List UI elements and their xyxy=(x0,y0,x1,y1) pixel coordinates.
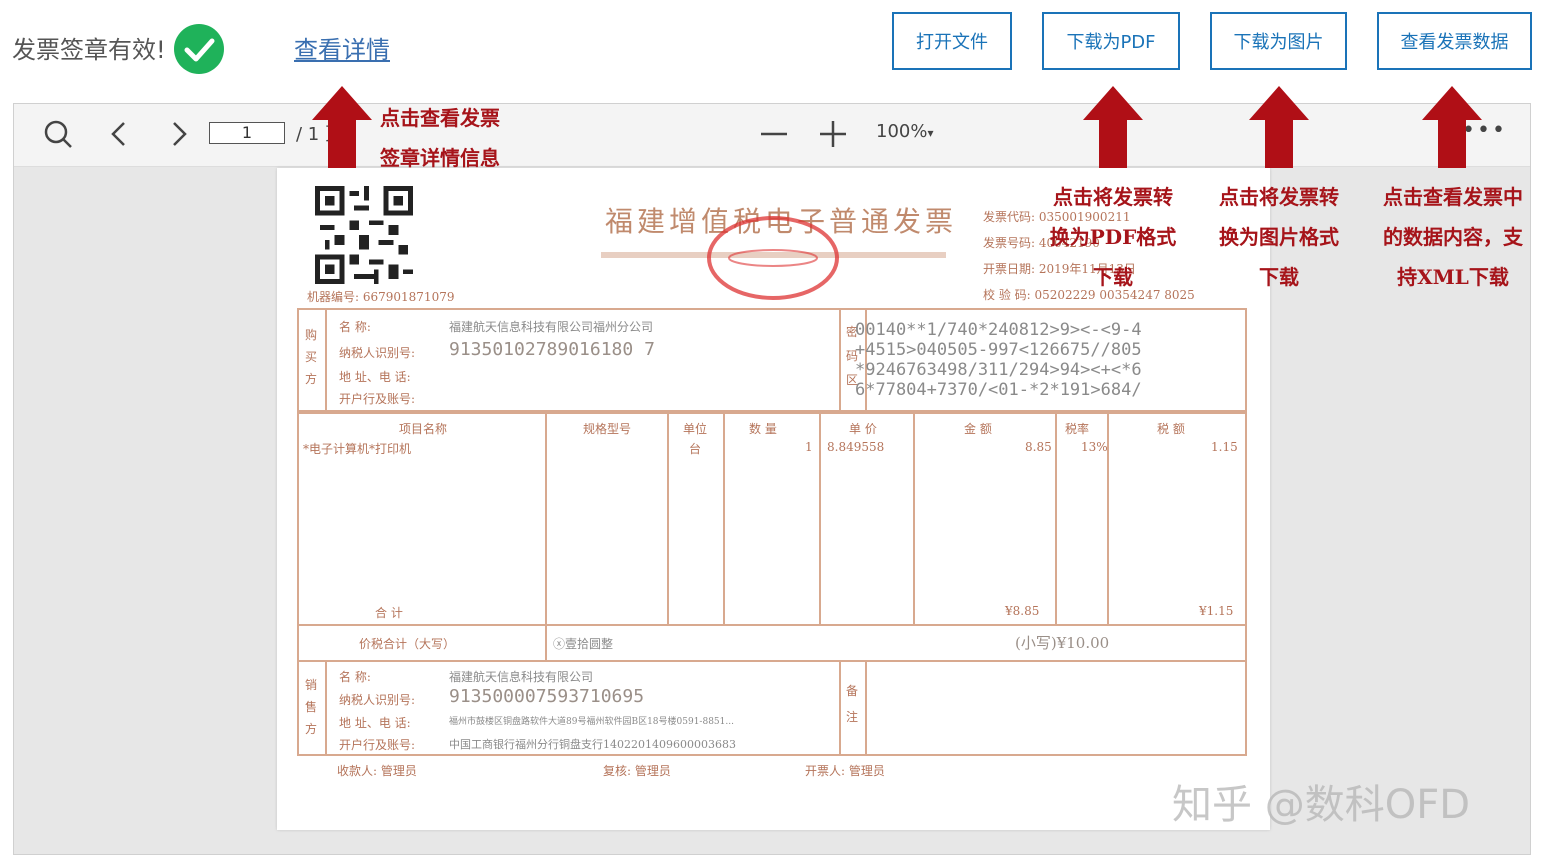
col-amount: 金 额 xyxy=(964,422,992,436)
item-amount: 8.85 xyxy=(1025,440,1052,454)
seller-table: 销售方 名 称: 福建航天信息科技有限公司 纳税人识别号: 9135000075… xyxy=(297,660,1247,756)
arrow-up-icon xyxy=(312,86,372,168)
item-name: *电子计算机*打印机 xyxy=(303,442,412,456)
col-tax: 税 额 xyxy=(1157,422,1185,436)
item-unit: 台 xyxy=(689,442,702,456)
payee: 收款人: 管理员 xyxy=(337,764,417,778)
annotation-pdf: 点击将发票转 换为PDF格式 下载 xyxy=(1049,185,1177,289)
remark-label: 备注 xyxy=(846,684,859,724)
arrow-up-icon xyxy=(1249,86,1309,168)
annotation-data: 点击查看发票中 的数据内容，支 持XML下载 xyxy=(1383,185,1523,289)
open-file-button[interactable]: 打开文件 xyxy=(892,12,1012,70)
buyer-tax-id: 91350102789016180 7 xyxy=(449,339,655,360)
machine-number: 机器编号: 667901871079 xyxy=(307,290,455,304)
seller-side-label: 销售方 xyxy=(305,678,318,736)
chevron-down-icon: ▾ xyxy=(927,126,934,140)
zoom-level-value: 100% xyxy=(876,121,928,142)
total-small: (小写)¥10.00 xyxy=(1015,634,1110,652)
items-table: 项目名称 规格型号 单位 数 量 单 价 金 额 税率 税 额 *电子计算机*打… xyxy=(297,412,1247,626)
total-tax: ¥1.15 xyxy=(1199,604,1234,618)
cipher-text: 00140**1/740*240812>9><-<9-4 +4515>04050… xyxy=(855,320,1142,400)
total-label: 合 计 xyxy=(375,606,403,620)
total-words: ⓧ壹拾圆整 xyxy=(553,637,614,651)
zoom-level-select[interactable]: 100%▾ xyxy=(876,121,934,142)
item-price: 8.849558 xyxy=(827,440,885,454)
seller-bank-label: 开户行及账号: xyxy=(339,738,416,752)
item-qty: 1 xyxy=(805,440,813,454)
seller-tax-label: 纳税人识别号: xyxy=(339,693,416,707)
seal-stamp-icon xyxy=(707,216,839,300)
buyer-side-label: 购买方 xyxy=(305,328,318,386)
view-details-link[interactable]: 查看详情 xyxy=(294,30,390,65)
seller-bank: 中国工商银行福州分行铜盘支行1402201409600003683 xyxy=(449,738,736,751)
signature-status-text: 发票签章有效! xyxy=(12,36,166,64)
col-rate: 税率 xyxy=(1065,422,1090,436)
col-item-name: 项目名称 xyxy=(399,422,448,436)
annotation-image: 点击将发票转 换为图片格式 下载 xyxy=(1219,185,1339,289)
arrow-up-icon xyxy=(1422,86,1482,168)
item-rate: 13% xyxy=(1081,440,1108,454)
download-image-button[interactable]: 下载为图片 xyxy=(1210,12,1347,70)
seller-name-label: 名 称: xyxy=(339,670,371,684)
seller-tax-id: 913500007593710695 xyxy=(449,686,645,707)
download-pdf-button[interactable]: 下载为PDF xyxy=(1042,12,1180,70)
col-unit: 单位 xyxy=(683,422,708,436)
zoom-in-icon[interactable] xyxy=(817,118,849,150)
qr-code-icon xyxy=(315,186,413,284)
drawer: 开票人: 管理员 xyxy=(805,764,885,778)
arrow-up-icon xyxy=(1083,86,1143,168)
total-words-row: 价税合计（大写） ⓧ壹拾圆整 (小写)¥10.00 xyxy=(297,624,1247,662)
col-price: 单 价 xyxy=(849,422,877,436)
reviewer: 复核: 管理员 xyxy=(603,764,671,778)
next-page-icon[interactable] xyxy=(162,118,194,150)
previous-page-icon[interactable] xyxy=(104,118,136,150)
buyer-tax-label: 纳税人识别号: xyxy=(339,346,416,360)
buyer-address-label: 地 址、电 话: xyxy=(339,370,411,384)
item-tax: 1.15 xyxy=(1211,440,1238,454)
view-invoice-data-button[interactable]: 查看发票数据 xyxy=(1377,12,1532,70)
check-circle-icon xyxy=(174,24,224,74)
total-amount: ¥8.85 xyxy=(1005,604,1040,618)
total-words-label: 价税合计（大写） xyxy=(359,637,456,651)
zoom-out-icon[interactable] xyxy=(758,118,790,150)
seller-address-label: 地 址、电 话: xyxy=(339,716,411,730)
seller-address: 福州市鼓楼区铜盘路软件大道89号福州软件园B区18号楼0591-8851... xyxy=(449,717,734,727)
seller-name: 福建航天信息科技有限公司 xyxy=(449,670,594,684)
buyer-name-label: 名 称: xyxy=(339,320,371,334)
buyer-bank-label: 开户行及账号: xyxy=(339,392,416,406)
watermark: 知乎 @数科OFD xyxy=(1172,782,1471,828)
buyer-name: 福建航天信息科技有限公司福州分公司 xyxy=(449,320,654,334)
search-icon[interactable] xyxy=(42,118,74,150)
annotation-details: 点击查看发票 签章详情信息 xyxy=(380,106,500,170)
col-spec: 规格型号 xyxy=(583,422,632,436)
col-qty: 数 量 xyxy=(749,422,777,436)
page-number-input[interactable]: 1 xyxy=(209,122,285,144)
